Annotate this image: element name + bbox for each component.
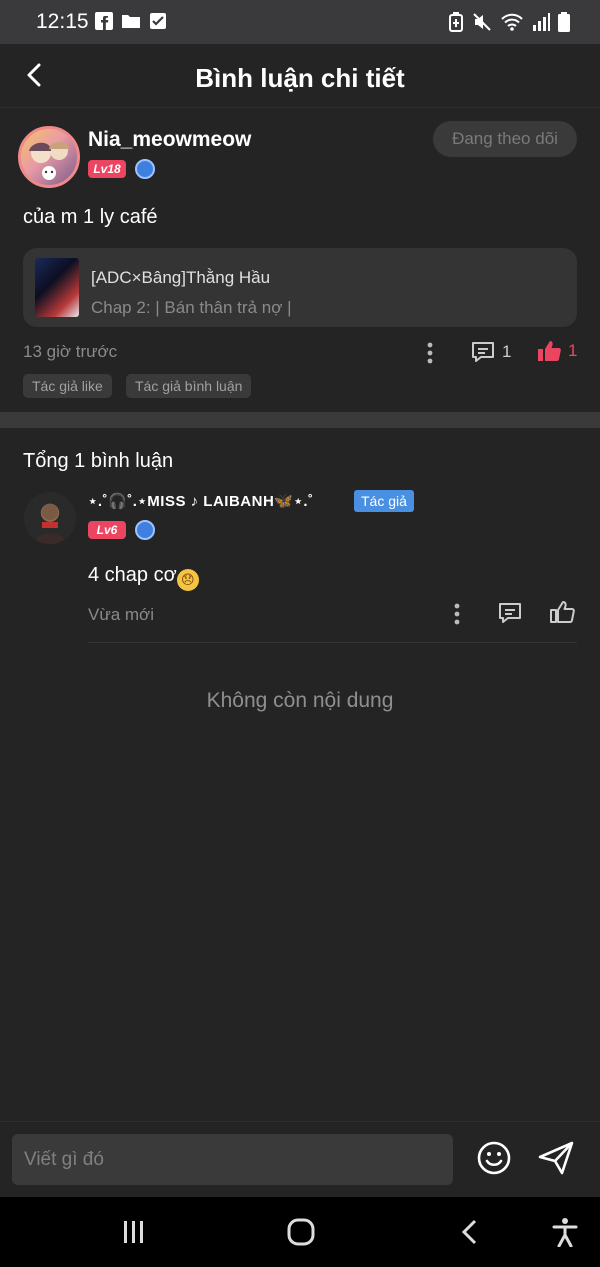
story-card[interactable]: [ADC×Bâng]Thằng Hầu Chap 2: | Bán thân t…	[23, 248, 577, 327]
back-nav-icon[interactable]	[455, 1217, 487, 1247]
thumbs-up-icon[interactable]	[549, 600, 575, 624]
header: Bình luận chi tiết	[0, 44, 600, 108]
total-comments-label: Tổng 1 bình luận	[23, 450, 174, 472]
reply-username[interactable]: ⋆.˚🎧˚.⋆MISS ♪ LAIBANH🦋⋆.˚	[88, 492, 314, 510]
post-username[interactable]: Nia_meowmeow	[88, 128, 251, 152]
follow-button[interactable]: Đang theo dõi	[433, 121, 577, 157]
reply-separator	[88, 642, 577, 643]
battery-saver-icon	[449, 12, 463, 32]
comment-composer	[0, 1121, 600, 1194]
recent-apps-icon[interactable]	[118, 1217, 150, 1247]
facebook-icon	[95, 12, 113, 30]
story-title: [ADC×Bâng]Thằng Hầu	[91, 268, 271, 287]
avatar[interactable]	[18, 126, 80, 188]
system-navigation-bar	[0, 1197, 600, 1267]
avatar-image-icon	[29, 141, 69, 180]
author-badge: Tác giả	[354, 490, 414, 512]
story-chapter: Chap 2: | Bán thân trả nợ |	[91, 298, 292, 317]
section-divider	[0, 412, 600, 428]
tag-author-like: Tác giả like	[23, 374, 112, 398]
checkbox-icon	[150, 13, 166, 29]
sad-face-emoji: 😞	[176, 569, 199, 591]
vip-diamond-icon	[135, 159, 155, 179]
home-icon[interactable]	[285, 1217, 317, 1247]
comment-detail-sheet: Bình luận chi tiết Nia_meowmeow Lv18 Đan…	[0, 44, 600, 1194]
folder-icon	[122, 15, 140, 28]
page-title: Bình luận chi tiết	[195, 63, 405, 93]
reply-count-button[interactable]: 1	[470, 340, 511, 364]
battery-icon	[558, 12, 570, 32]
reply-timestamp: Vừa mới	[88, 605, 154, 624]
reply-text: 4 chap cơ 😞	[88, 564, 199, 591]
like-count: 1	[568, 341, 578, 360]
post-timestamp: 13 giờ trước	[23, 342, 118, 361]
status-bar: 12:15	[0, 0, 600, 44]
reply-count: 1	[502, 342, 512, 361]
thumbs-up-filled-icon	[538, 341, 561, 361]
status-time: 12:15	[36, 10, 89, 33]
more-options-icon[interactable]	[454, 603, 460, 625]
signal-icon	[533, 13, 550, 31]
reply-level-badge: Lv6	[88, 521, 126, 539]
comment-icon	[472, 342, 494, 362]
wifi-icon	[501, 13, 523, 31]
comment-input[interactable]	[12, 1134, 453, 1185]
emoji-icon[interactable]	[476, 1140, 512, 1176]
tag-author-comment: Tác giả bình luận	[126, 374, 252, 398]
accessibility-icon[interactable]	[549, 1217, 581, 1247]
like-button[interactable]: 1	[536, 339, 577, 363]
end-of-content-label: Không còn nội dung	[206, 689, 394, 712]
level-badge: Lv18	[88, 160, 126, 178]
reply-avatar[interactable]	[24, 492, 76, 544]
reply-text-content: 4 chap cơ	[88, 564, 177, 586]
avatar-image-icon	[34, 504, 66, 544]
reply-comment-icon[interactable]	[497, 601, 523, 625]
post-comment-text: của m 1 ly café	[23, 206, 158, 228]
story-thumbnail	[35, 258, 79, 317]
more-options-icon[interactable]	[427, 342, 433, 364]
vip-diamond-icon	[135, 520, 155, 540]
send-icon[interactable]	[537, 1140, 575, 1176]
mute-icon	[473, 13, 491, 31]
